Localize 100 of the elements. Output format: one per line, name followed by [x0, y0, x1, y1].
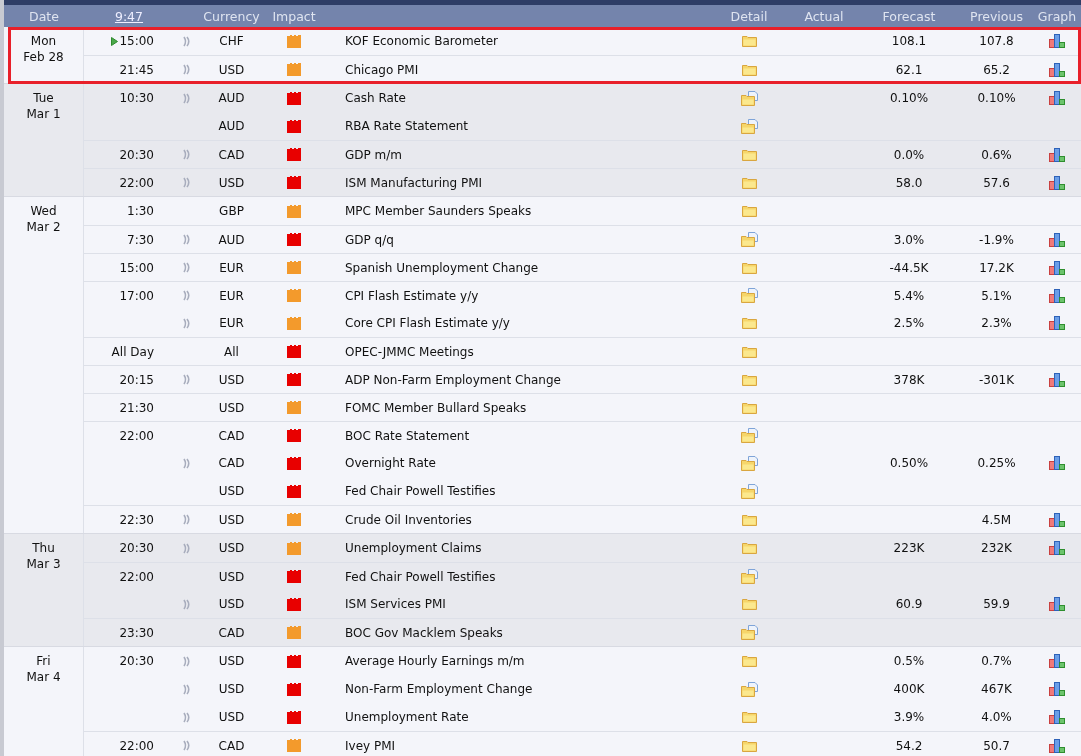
bar-chart-icon[interactable]	[1048, 456, 1066, 470]
bar-chart-icon[interactable]	[1048, 738, 1066, 753]
bar-chart-icon[interactable]	[1048, 710, 1066, 724]
event-title[interactable]: BOC Gov Macklem Speaks	[345, 625, 503, 640]
bar-chart-icon[interactable]	[1048, 372, 1066, 387]
folder-document-icon[interactable]	[740, 483, 758, 499]
event-title[interactable]: Ivey PMI	[345, 738, 396, 753]
weekday-label: Thu	[31, 540, 56, 556]
bar-chart-icon[interactable]	[1048, 512, 1066, 527]
folder-document-icon[interactable]	[740, 288, 758, 303]
event-title[interactable]: FOMC Member Bullard Speaks	[345, 400, 527, 415]
event-title[interactable]: Fed Chair Powell Testifies	[345, 484, 496, 498]
folder-document-icon[interactable]	[740, 681, 758, 697]
sound-icon[interactable]	[182, 234, 191, 245]
event-title[interactable]: Fed Chair Powell Testifies	[345, 569, 496, 584]
folder-document-icon[interactable]	[740, 455, 758, 471]
sound-icon[interactable]	[182, 35, 191, 47]
sound-icon[interactable]	[182, 64, 191, 75]
folder-icon[interactable]	[741, 373, 757, 386]
folder-document-icon[interactable]	[740, 569, 758, 584]
previous-value: 0.10%	[977, 91, 1016, 105]
sound-icon[interactable]	[182, 711, 191, 723]
bar-chart-icon[interactable]	[1048, 597, 1066, 611]
folder-icon[interactable]	[741, 261, 757, 274]
event-title[interactable]: Non-Farm Employment Change	[345, 682, 533, 696]
event-title[interactable]: ISM Services PMI	[345, 597, 446, 611]
event-title[interactable]: CPI Flash Estimate y/y	[345, 288, 479, 303]
event-title[interactable]: Crude Oil Inventories	[345, 512, 472, 527]
sound-icon[interactable]	[182, 655, 191, 667]
event-title[interactable]: Unemployment Claims	[345, 541, 482, 555]
sound-icon[interactable]	[182, 542, 191, 554]
event-title[interactable]: RBA Rate Statement	[345, 119, 469, 133]
bar-chart-icon[interactable]	[1048, 34, 1066, 48]
event-title[interactable]: Chicago PMI	[345, 62, 419, 77]
bar-chart-icon[interactable]	[1048, 654, 1066, 668]
bar-chart-icon[interactable]	[1048, 288, 1066, 303]
folder-icon[interactable]	[741, 35, 757, 47]
event-time: 20:30	[119, 147, 154, 162]
event-title[interactable]: ISM Manufacturing PMI	[345, 175, 483, 190]
folder-icon[interactable]	[741, 63, 757, 76]
event-title[interactable]: GDP m/m	[345, 147, 402, 162]
event-time: 20:30	[119, 654, 154, 668]
folder-icon[interactable]	[741, 542, 757, 554]
sound-icon[interactable]	[182, 374, 191, 385]
event-title[interactable]: GDP q/q	[345, 232, 394, 247]
folder-icon[interactable]	[741, 739, 757, 752]
bar-chart-icon[interactable]	[1048, 682, 1066, 696]
folder-icon[interactable]	[741, 205, 757, 217]
folder-document-icon[interactable]	[740, 428, 758, 443]
folder-icon[interactable]	[741, 148, 757, 161]
sound-icon[interactable]	[182, 457, 191, 469]
event-time: 17:00	[119, 288, 154, 303]
sound-icon[interactable]	[182, 149, 191, 160]
folder-icon[interactable]	[741, 176, 757, 189]
event-title[interactable]: Cash Rate	[345, 91, 406, 105]
sound-icon[interactable]	[182, 317, 191, 329]
previous-value: 0.7%	[981, 654, 1012, 668]
folder-icon[interactable]	[741, 598, 757, 610]
sound-icon[interactable]	[182, 740, 191, 751]
folder-icon[interactable]	[741, 655, 757, 667]
event-title[interactable]: ADP Non-Farm Employment Change	[345, 372, 561, 387]
sound-icon[interactable]	[182, 290, 191, 301]
folder-icon[interactable]	[741, 345, 757, 358]
folder-document-icon[interactable]	[740, 118, 758, 134]
currency-code: CAD	[218, 147, 245, 162]
sound-icon[interactable]	[182, 598, 191, 610]
sound-icon[interactable]	[182, 92, 191, 104]
bar-chart-icon[interactable]	[1048, 316, 1066, 330]
bar-chart-icon[interactable]	[1048, 147, 1066, 162]
folder-document-icon[interactable]	[740, 90, 758, 106]
sound-icon[interactable]	[182, 514, 191, 525]
bar-chart-icon[interactable]	[1048, 175, 1066, 190]
folder-document-icon[interactable]	[740, 625, 758, 640]
sound-icon[interactable]	[182, 177, 191, 188]
event-title[interactable]: MPC Member Saunders Speaks	[345, 204, 532, 218]
bar-chart-icon[interactable]	[1048, 232, 1066, 247]
event-title[interactable]: Average Hourly Earnings m/m	[345, 654, 525, 668]
folder-document-icon[interactable]	[740, 232, 758, 247]
forecast-value: 2.5%	[893, 316, 925, 330]
forecast-value: 0.0%	[893, 147, 925, 162]
folder-icon[interactable]	[741, 711, 757, 723]
weekday-label: Mon	[29, 33, 58, 49]
folder-icon[interactable]	[741, 317, 757, 329]
event-title[interactable]: Unemployment Rate	[345, 710, 469, 724]
previous-value: 65.2	[983, 62, 1010, 77]
bar-chart-icon[interactable]	[1048, 91, 1066, 105]
event-title[interactable]: OPEC-JMMC Meetings	[345, 344, 474, 359]
folder-icon[interactable]	[741, 513, 757, 526]
forecast-value: 54.2	[895, 738, 923, 753]
sound-icon[interactable]	[182, 683, 191, 695]
event-title[interactable]: BOC Rate Statement	[345, 428, 470, 443]
folder-icon[interactable]	[741, 401, 757, 414]
event-title[interactable]: Overnight Rate	[345, 456, 436, 470]
event-title[interactable]: KOF Economic Barometer	[345, 34, 498, 48]
bar-chart-icon[interactable]	[1048, 62, 1066, 77]
event-title[interactable]: Core CPI Flash Estimate y/y	[345, 316, 510, 330]
bar-chart-icon[interactable]	[1048, 260, 1066, 275]
bar-chart-icon[interactable]	[1048, 541, 1066, 555]
event-title[interactable]: Spanish Unemployment Change	[345, 260, 539, 275]
sound-icon[interactable]	[182, 262, 191, 273]
